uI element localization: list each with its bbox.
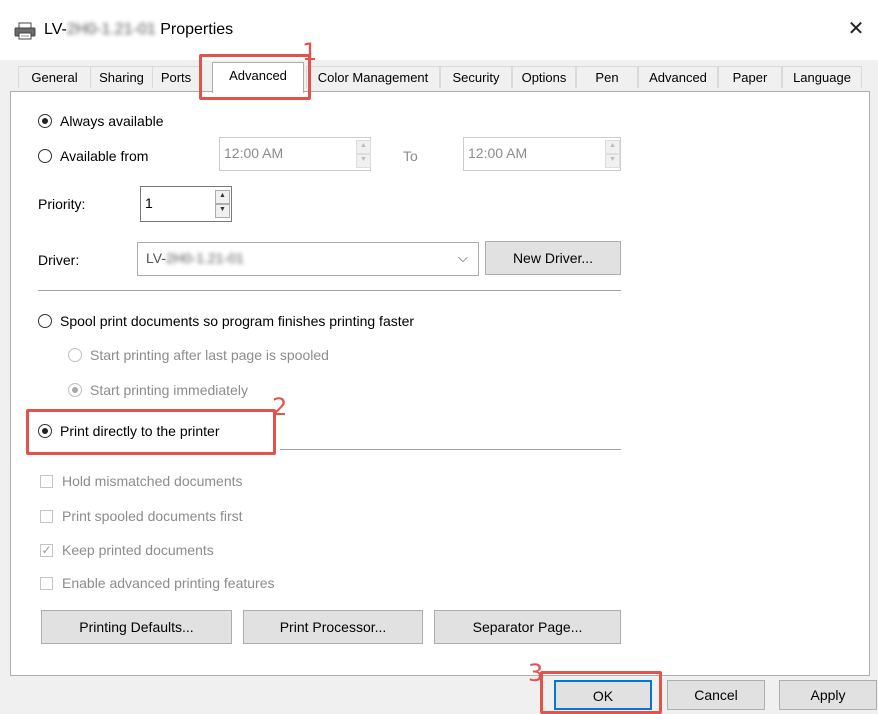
available-from-label[interactable]: Available from	[60, 148, 148, 164]
to-time-down-icon[interactable]: ▼	[605, 154, 620, 168]
apply-button[interactable]: Apply	[779, 680, 877, 710]
tab-options[interactable]: Options	[512, 66, 576, 88]
start-after-last-radio[interactable]	[68, 348, 82, 362]
chevron-down-icon[interactable]: ⌵	[458, 250, 468, 266]
annotation-box-ok	[540, 671, 662, 714]
spool-radio[interactable]	[38, 314, 52, 328]
window-title: LV-2H0-1.21-01 Properties	[44, 21, 234, 38]
always-available-radio[interactable]	[38, 114, 52, 128]
tab-language[interactable]: Language	[782, 66, 862, 88]
to-time-up-icon[interactable]: ▲	[605, 140, 620, 154]
start-immediately-radio[interactable]	[68, 383, 82, 397]
checkmark-icon: ✓	[41, 543, 52, 557]
annotation-step-1: 1	[302, 38, 318, 66]
tab-ports[interactable]: Ports	[152, 66, 200, 88]
start-after-last-label[interactable]: Start printing after last page is spoole…	[90, 347, 329, 363]
tab-strip: General Sharing Ports Advanced Color Man…	[10, 62, 870, 93]
printing-defaults-button[interactable]: Printing Defaults...	[41, 610, 232, 644]
priority-down-icon[interactable]: ▼	[215, 204, 230, 218]
spool-label[interactable]: Spool print documents so program finishe…	[60, 313, 414, 329]
divider	[38, 290, 621, 291]
advanced-features-checkbox[interactable]	[40, 577, 53, 590]
hold-mismatched-label[interactable]: Hold mismatched documents	[62, 473, 243, 489]
from-time-down-icon[interactable]: ▼	[356, 154, 371, 168]
separator-page-button[interactable]: Separator Page...	[434, 610, 621, 644]
blurred-model-name: 2H0-1.21-01	[66, 21, 156, 38]
new-driver-button[interactable]: New Driver...	[485, 241, 621, 275]
tab-sharing[interactable]: Sharing	[90, 66, 153, 88]
spooled-first-label[interactable]: Print spooled documents first	[62, 508, 243, 524]
always-available-label[interactable]: Always available	[60, 113, 164, 129]
hold-mismatched-checkbox[interactable]	[40, 475, 53, 488]
close-icon[interactable]: ✕	[844, 16, 868, 42]
annotation-step-3: 3	[528, 659, 544, 687]
cancel-button[interactable]: Cancel	[667, 680, 765, 710]
driver-select[interactable]: LV-2H0-1.21-01	[137, 242, 479, 276]
tab-security[interactable]: Security	[440, 66, 512, 88]
advanced-features-label[interactable]: Enable advanced printing features	[62, 575, 274, 591]
spooled-first-checkbox[interactable]	[40, 510, 53, 523]
tab-advanced[interactable]: Advanced	[212, 62, 304, 93]
priority-up-icon[interactable]: ▲	[215, 190, 230, 204]
tab-color-management[interactable]: Color Management	[306, 66, 440, 88]
divider	[280, 449, 621, 450]
blurred-driver-name: 2H0-1.21-01	[165, 250, 244, 266]
from-time-up-icon[interactable]: ▲	[356, 140, 371, 154]
driver-label: Driver:	[38, 252, 80, 268]
title-bar: LV-2H0-1.21-01 Properties ✕	[0, 0, 878, 60]
start-immediately-label[interactable]: Start printing immediately	[90, 382, 248, 398]
from-time-field[interactable]: 12:00 AM	[219, 137, 371, 171]
tab-advanced-device[interactable]: Advanced	[638, 66, 718, 88]
tab-paper[interactable]: Paper	[718, 66, 782, 88]
tab-pen[interactable]: Pen	[576, 66, 638, 88]
annotation-box-print-directly	[26, 409, 276, 455]
annotation-step-2: 2	[272, 393, 288, 421]
priority-label: Priority:	[38, 196, 86, 212]
tab-general[interactable]: General	[18, 66, 91, 88]
printer-icon	[14, 22, 36, 40]
print-processor-button[interactable]: Print Processor...	[243, 610, 423, 644]
available-from-radio[interactable]	[38, 149, 52, 163]
to-time-field[interactable]: 12:00 AM	[463, 137, 621, 171]
keep-printed-label[interactable]: Keep printed documents	[62, 542, 214, 558]
keep-printed-checkbox[interactable]: ✓	[40, 544, 53, 557]
to-label: To	[403, 148, 418, 164]
